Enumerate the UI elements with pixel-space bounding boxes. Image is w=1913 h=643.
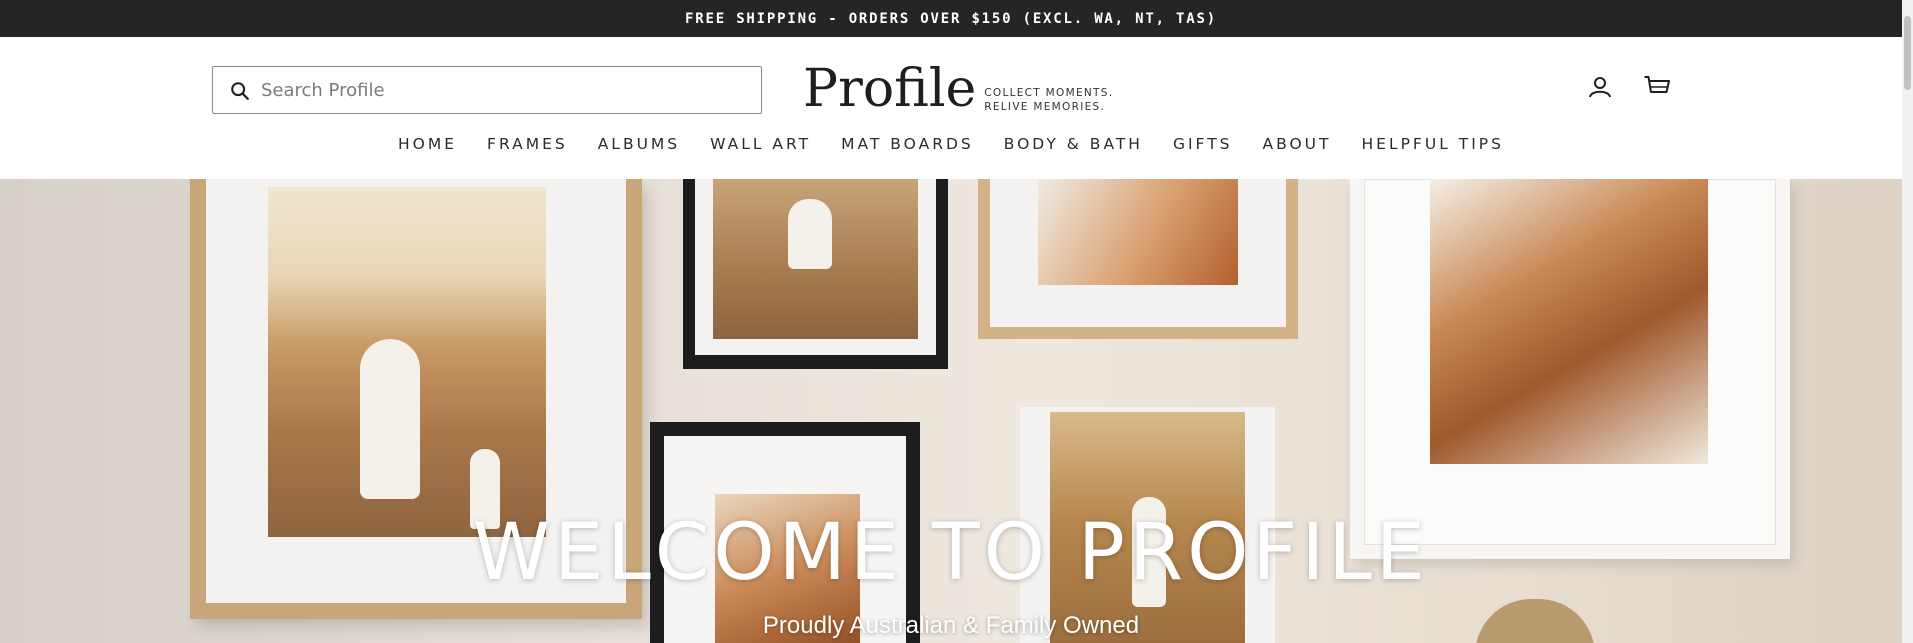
hero-frame-top-center xyxy=(683,179,948,369)
nav-item-wall-art[interactable]: WALL ART xyxy=(695,129,826,159)
nav-item-helpful-tips[interactable]: HELPFUL TIPS xyxy=(1347,129,1519,159)
logo-tagline-line2: RELIVE MEMORIES. xyxy=(984,101,1106,113)
nav-item-mat-boards[interactable]: MAT BOARDS xyxy=(826,129,989,159)
nav-item-body-bath[interactable]: BODY & BATH xyxy=(989,129,1158,159)
hero-banner[interactable]: WELCOME TO PROFILE Proudly Australian & … xyxy=(0,179,1902,643)
hero-subtitle: Proudly Australian & Family Owned xyxy=(762,612,1140,639)
nav-item-albums[interactable]: ALBUMS xyxy=(583,129,695,159)
nav-item-home[interactable]: HOME xyxy=(383,129,472,159)
announcement-bar: FREE SHIPPING - ORDERS OVER $150 (EXCL. … xyxy=(0,0,1902,37)
search-box[interactable] xyxy=(212,66,762,114)
hero-frame-top-right xyxy=(978,179,1298,339)
announcement-text: FREE SHIPPING - ORDERS OVER $150 (EXCL. … xyxy=(685,10,1217,27)
user-icon[interactable] xyxy=(1586,73,1614,101)
nav-item-about[interactable]: ABOUT xyxy=(1248,129,1347,159)
scrollbar-thumb[interactable] xyxy=(1904,16,1911,90)
logo-wordmark: Profile xyxy=(803,59,977,119)
site-header: Profile COLLECT MOMENTS. RELIVE MEMORIES… xyxy=(0,37,1902,179)
search-input[interactable] xyxy=(261,67,751,113)
hero-frame-right xyxy=(1350,179,1790,559)
header-icons xyxy=(1586,73,1671,101)
search-icon[interactable] xyxy=(229,80,251,102)
hero-title: WELCOME TO PROFILE xyxy=(472,508,1430,598)
nav-item-frames[interactable]: FRAMES xyxy=(472,129,583,159)
cart-icon[interactable] xyxy=(1643,73,1671,101)
nav-item-gifts[interactable]: GIFTS xyxy=(1158,129,1248,159)
logo[interactable]: Profile COLLECT MOMENTS. RELIVE MEMORIES… xyxy=(803,59,1113,119)
main-nav: HOME FRAMES ALBUMS WALL ART MAT BOARDS B… xyxy=(0,129,1902,159)
logo-tagline-line1: COLLECT MOMENTS. xyxy=(984,87,1114,99)
page-scrollbar[interactable] xyxy=(1902,0,1913,643)
logo-tagline: COLLECT MOMENTS. RELIVE MEMORIES. xyxy=(984,86,1113,114)
